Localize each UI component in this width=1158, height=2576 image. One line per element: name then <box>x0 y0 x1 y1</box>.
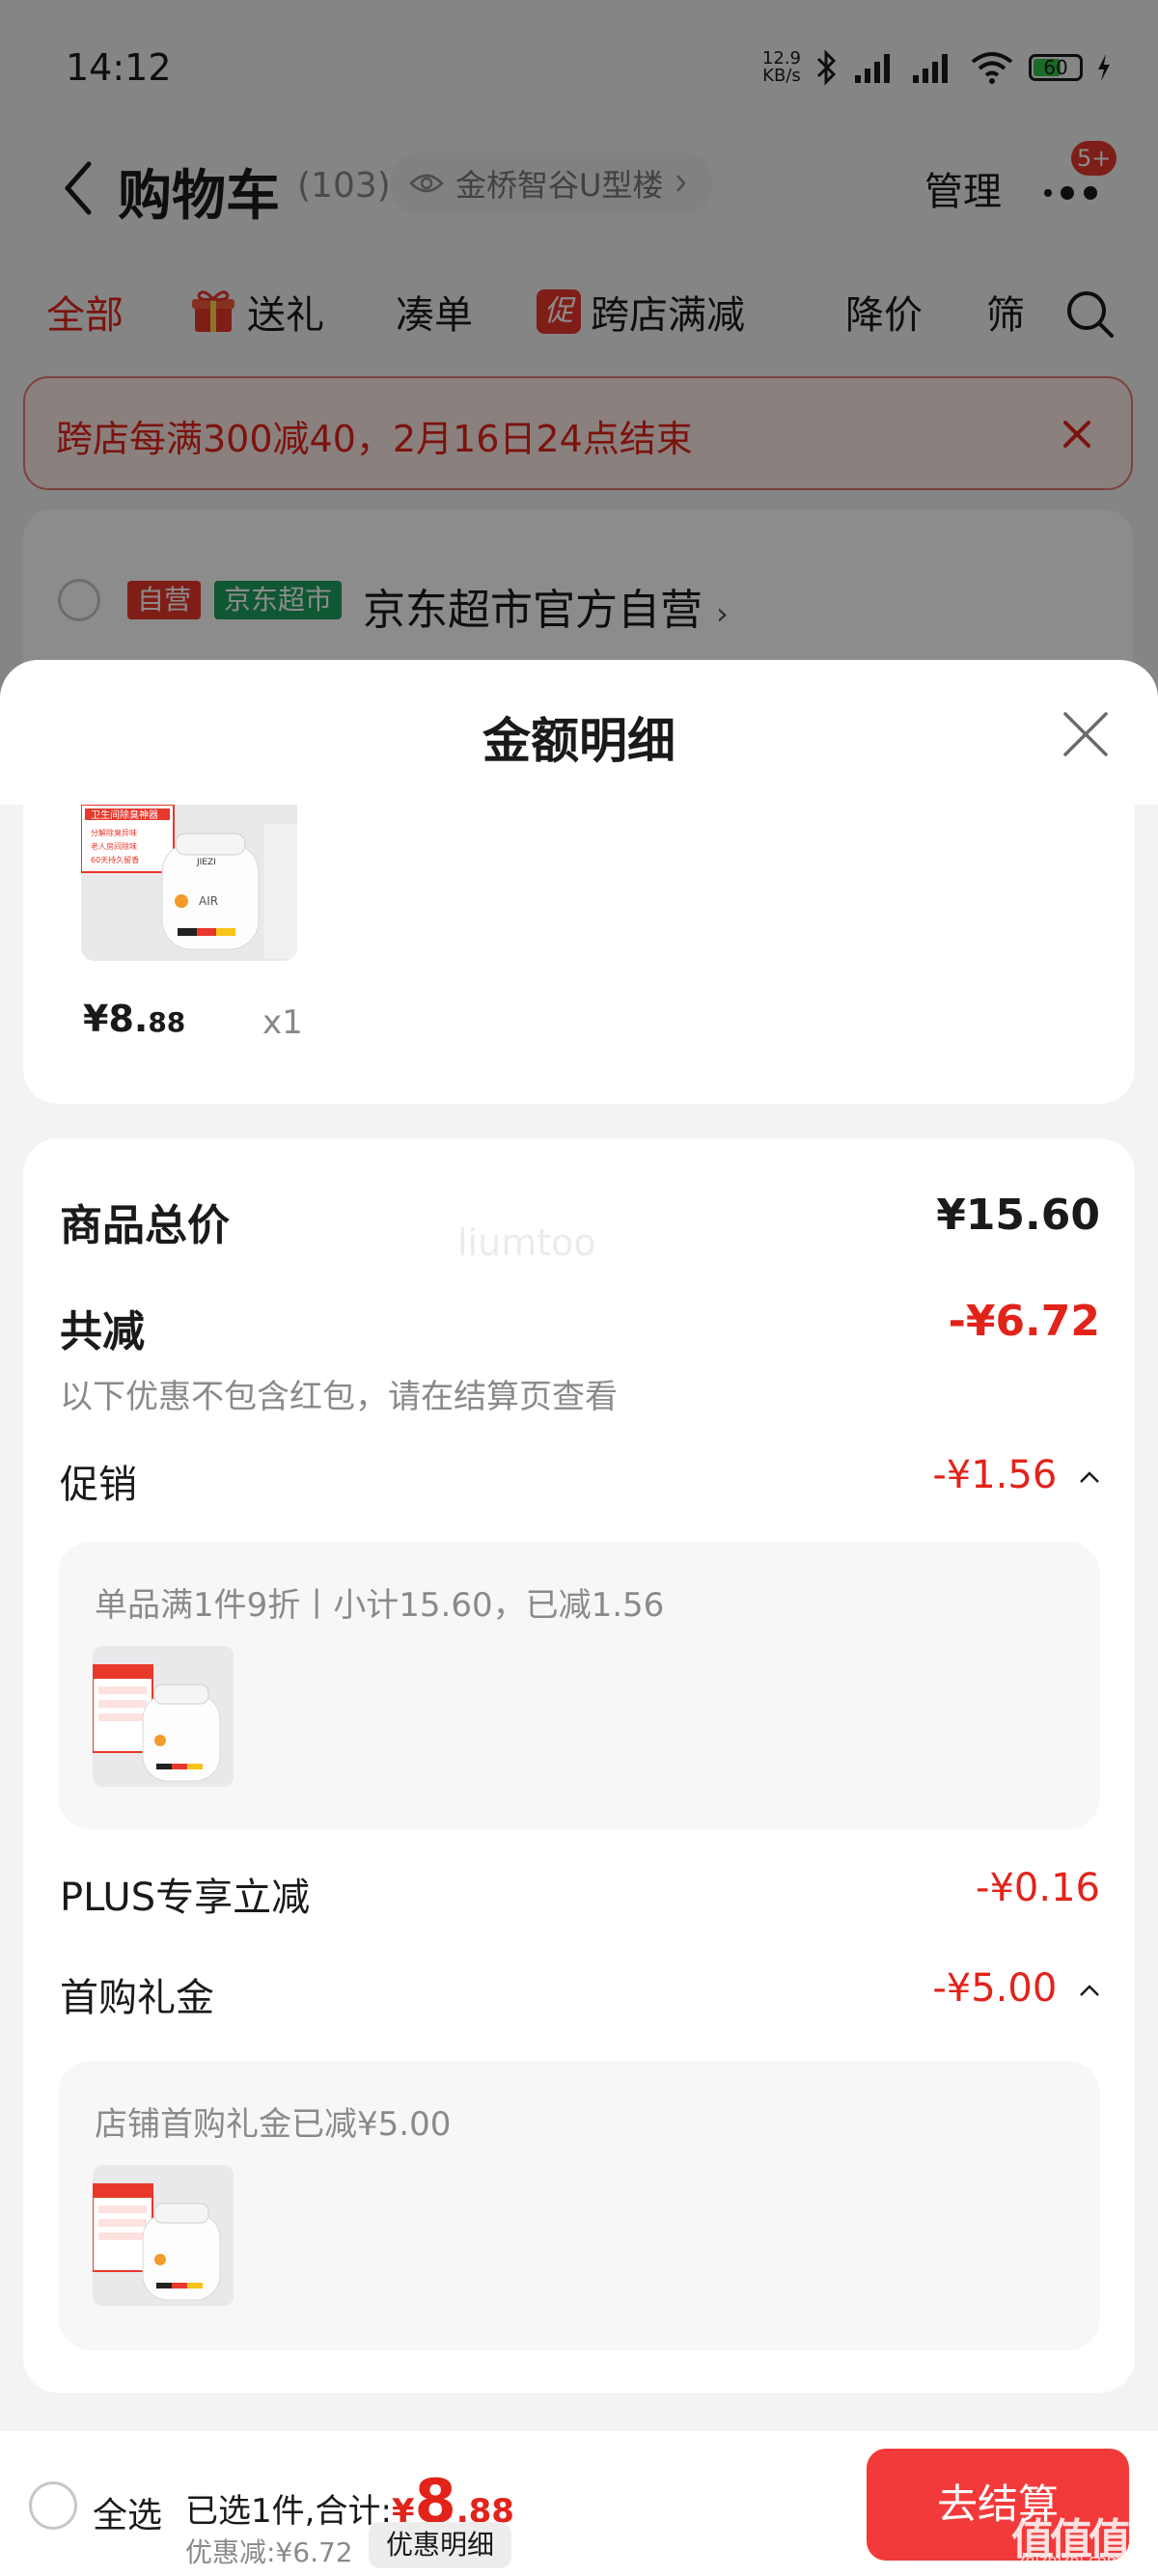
plus-label: PLUS专享立减 <box>60 1876 311 1920</box>
first-gift-detail-box: 店铺首购礼金已减¥5.00 <box>58 2061 1100 2350</box>
reduce-note: 以下优惠不包含红包，请在结算页查看 <box>60 1378 618 1416</box>
first-gift-value: -¥5.00 <box>932 1966 1058 2011</box>
promo-label: 促销 <box>60 1463 137 1507</box>
product-image-brand: JIEZI <box>196 858 216 867</box>
select-all-label[interactable]: 全选 <box>93 2487 162 2537</box>
sheet-header: 金额明细 <box>0 660 1158 805</box>
sheet-title: 金额明细 <box>482 713 676 769</box>
chevron-up-icon <box>1080 1471 1099 1483</box>
product-image-word: AIR <box>199 894 218 908</box>
first-gift-label: 首购礼金 <box>60 1976 214 2020</box>
product-price-dec: 88 <box>148 1006 186 1038</box>
total-value: ¥15.60 <box>936 1191 1100 1240</box>
close-icon[interactable] <box>1060 708 1112 760</box>
site-watermark-url: zhizhizhi.com <box>1017 2551 1122 2569</box>
total-label: 商品总价 <box>60 1201 230 1250</box>
selected-prefix: 已选1件,合计: <box>185 2492 392 2531</box>
promo-toggle[interactable]: -¥1.56 <box>932 1453 1100 1497</box>
chevron-up-icon <box>1080 1985 1099 1996</box>
product-image-point2: 老人房间除味 <box>91 841 137 851</box>
promo-product-thumb[interactable] <box>93 1646 234 1787</box>
amount-breakdown-card: liumtoo 商品总价 ¥15.60 共减 -¥6.72 以下优惠不包含红包，… <box>23 1138 1135 2393</box>
product-price-int: ¥8. <box>83 998 149 1040</box>
plus-value: -¥0.16 <box>976 1866 1100 1910</box>
cart-page: 14:12 12.9 KB/s 60 购物车 (103) 金桥智谷U型楼 管理 … <box>0 0 1158 2576</box>
reduce-value: -¥6.72 <box>948 1297 1100 1346</box>
product-price: ¥8.88 <box>83 998 185 1040</box>
reduce-label: 共减 <box>60 1307 145 1357</box>
product-qty: x1 <box>262 1003 303 1042</box>
discount-summary: 优惠减:¥6.72 <box>185 2536 353 2568</box>
discount-detail-button[interactable]: 优惠明细 <box>369 2522 512 2568</box>
product-image-banner: 卫生间除臭神器 <box>91 808 158 821</box>
watermark: liumtoo <box>457 1221 596 1264</box>
product-image-point1: 分解除臭异味 <box>91 828 137 837</box>
first-gift-toggle[interactable]: -¥5.00 <box>932 1966 1100 2011</box>
first-gift-product-thumb[interactable] <box>93 2165 234 2306</box>
checkout-bar: 全选 已选1件,合计:¥8.88 优惠减:¥6.72 优惠明细 去结算 值值值 … <box>0 2431 1158 2576</box>
product-image[interactable]: 卫生间除臭神器 分解除臭异味 老人房间除味 60天持久留香 JIEZI AIR <box>81 805 297 961</box>
promo-value: -¥1.56 <box>932 1453 1058 1497</box>
promo-detail-box: 单品满1件9折丨小计15.60，已减1.56 <box>58 1542 1100 1829</box>
promo-desc: 单品满1件9折丨小计15.60，已减1.56 <box>95 1586 665 1625</box>
product-image-point3: 60天持久留香 <box>91 855 139 864</box>
product-card: 卫生间除臭神器 分解除臭异味 老人房间除味 60天持久留香 JIEZI AIR … <box>23 805 1135 1104</box>
first-gift-desc: 店铺首购礼金已减¥5.00 <box>95 2105 452 2144</box>
select-all-radio[interactable] <box>29 2481 77 2530</box>
amount-detail-sheet: 金额明细 卫生间除臭神器 分解除臭异味 老人房间除味 60天持久留香 JIEZI <box>0 660 1158 2576</box>
